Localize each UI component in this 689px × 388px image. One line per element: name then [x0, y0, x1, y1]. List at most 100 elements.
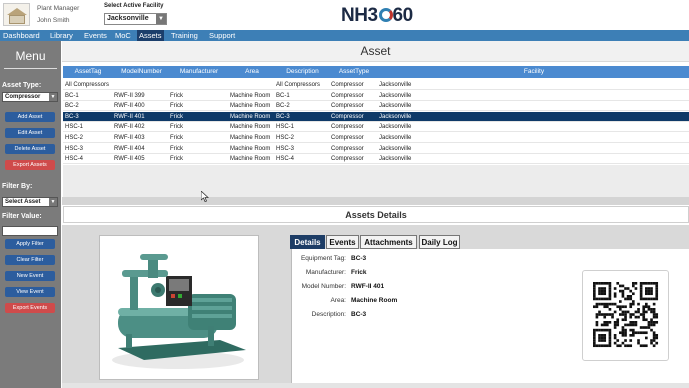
- filter-by-select[interactable]: Select Asset ▼: [2, 197, 58, 207]
- nav-events[interactable]: Events: [82, 30, 109, 41]
- col-facility[interactable]: Facility: [379, 66, 689, 78]
- table-cell: HSC-2: [276, 135, 295, 141]
- table-cell: Jacksonville: [379, 103, 412, 110]
- brand-ring-icon: [378, 8, 393, 22]
- delete-asset-button[interactable]: Delete Asset: [5, 144, 55, 154]
- table-cell: Machine Room: [230, 92, 271, 99]
- table-cell: HSC-1: [65, 124, 84, 131]
- table-cell: Frick: [170, 156, 183, 163]
- qr-code: [582, 270, 669, 361]
- table-cell: BC-3: [276, 113, 290, 120]
- table-cell: Frick: [170, 124, 183, 131]
- nav-dashboard[interactable]: Dashboard: [1, 30, 42, 41]
- table-cell: Machine Room: [230, 124, 271, 131]
- filter-by-label: Filter By:: [2, 183, 33, 190]
- manufacturer-label: Manufacturer:: [305, 269, 346, 276]
- table-cell: RWF-II 400: [114, 103, 145, 110]
- table-cell: Jacksonville: [379, 124, 412, 131]
- table-cell: Machine Room: [230, 135, 271, 141]
- nav-library[interactable]: Library: [48, 30, 75, 41]
- table-cell: HSC-4: [65, 156, 84, 163]
- table-row[interactable]: HSC-1 RWF-II 402 Frick Machine Room HSC-1 Com…: [63, 122, 689, 133]
- nav-assets[interactable]: Assets: [137, 30, 164, 41]
- tab-daily-log[interactable]: Daily Log: [419, 235, 460, 249]
- description-value: BC-3: [351, 311, 367, 318]
- menu-divider: [4, 68, 57, 69]
- table-cell: HSC-3: [65, 145, 84, 152]
- table-cell: Frick: [170, 145, 183, 152]
- chevron-down-icon[interactable]: ▼: [49, 93, 57, 101]
- apply-filter-button[interactable]: Apply Filter: [5, 239, 55, 249]
- table-cell: BC-1: [65, 92, 79, 99]
- table-cell: HSC-3: [276, 145, 295, 152]
- asset-type-select[interactable]: Compressor ▼: [2, 92, 58, 102]
- filter-value-input[interactable]: [2, 226, 58, 236]
- table-cell: Machine Room: [230, 145, 271, 152]
- horizontal-scrollbar[interactable]: [62, 383, 689, 388]
- main-nav: Dashboard Library Events MoC Assets Trai…: [0, 30, 689, 41]
- table-cell: BC-1: [276, 92, 290, 99]
- facility-select[interactable]: Jacksonville ▼: [104, 13, 167, 25]
- table-row[interactable]: BC-2 RWF-II 400 Frick Machine Room BC-2 Compr…: [63, 101, 689, 112]
- table-cell: Frick: [170, 103, 183, 110]
- table-cell: Frick: [170, 92, 183, 99]
- nav-training[interactable]: Training: [169, 30, 200, 41]
- table-cell: Jacksonville: [379, 113, 412, 120]
- export-assets-button[interactable]: Export Assets: [5, 160, 55, 170]
- model-number-value: RWF-II 401: [351, 283, 385, 290]
- table-cell: RWF-II 404: [114, 145, 145, 152]
- new-event-button[interactable]: New Event: [5, 271, 55, 281]
- table-row[interactable]: BC-3 RWF-II 401 Frick Machine Room BC-3 Compr…: [63, 111, 689, 122]
- view-event-button[interactable]: View Event: [5, 287, 55, 297]
- chevron-down-icon[interactable]: ▼: [49, 198, 57, 206]
- menu-title: Menu: [15, 49, 46, 63]
- app-header: Plant Manager John Smith Select Active F…: [0, 0, 689, 30]
- col-asset-tag[interactable]: AssetTag: [63, 66, 113, 78]
- tab-events[interactable]: Events: [326, 235, 359, 249]
- col-asset-type[interactable]: AssetType: [329, 66, 379, 78]
- export-events-button[interactable]: Export Events: [5, 303, 55, 313]
- chevron-down-icon[interactable]: ▼: [156, 14, 166, 24]
- table-cell: [114, 80, 170, 90]
- table-row[interactable]: All Compressors All Compressors Compressor…: [63, 80, 689, 90]
- col-manufacturer[interactable]: Manufacturer: [170, 66, 228, 78]
- asset-panel-title: Asset: [62, 41, 689, 62]
- table-cell: BC-3: [65, 113, 79, 120]
- table-cell: Machine Room: [230, 113, 271, 120]
- table-cell: Compressor: [331, 113, 364, 120]
- area-value: Machine Room: [351, 297, 398, 304]
- table-cell: Compressor: [331, 135, 364, 141]
- asset-type-label: Asset Type:: [2, 82, 42, 89]
- area-label: Area:: [330, 297, 346, 304]
- facility-label: Select Active Facility: [104, 3, 164, 9]
- table-cell: Compressor: [331, 82, 364, 88]
- plant-logo: [3, 3, 30, 26]
- table-cell: RWF-II 401: [114, 113, 145, 120]
- table-cell: HSC-2: [65, 135, 84, 141]
- edit-asset-button[interactable]: Edit Asset: [5, 128, 55, 138]
- manufacturer-value: Frick: [351, 269, 367, 276]
- table-cell: Compressor: [331, 145, 364, 152]
- model-number-label: Model Number:: [301, 283, 346, 290]
- col-model-number[interactable]: ModelNumber: [113, 66, 170, 78]
- nav-support[interactable]: Support: [207, 30, 237, 41]
- asset-table-header: AssetTag ModelNumber Manufacturer Area D…: [63, 66, 689, 78]
- table-row[interactable]: HSC-3 RWF-II 404 Frick Machine Room HSC-3 Com…: [63, 143, 689, 154]
- tab-attachments[interactable]: Attachments: [360, 235, 417, 249]
- tab-details[interactable]: Details: [290, 235, 325, 249]
- add-asset-button[interactable]: Add Asset: [5, 112, 55, 122]
- col-description[interactable]: Description: [276, 66, 329, 78]
- table-cell: Compressor: [331, 103, 364, 110]
- nav-moc[interactable]: MoC: [113, 30, 133, 41]
- table-row[interactable]: BC-1 RWF-II 399 Frick Machine Room BC-1 Compr…: [63, 90, 689, 101]
- table-cell: BC-2: [65, 103, 79, 110]
- table-cell: All Compressors: [276, 82, 321, 88]
- table-row[interactable]: HSC-4 RWF-II 405 Frick Machine Room HSC-4 Com…: [63, 154, 689, 165]
- table-row[interactable]: HSC-2 RWF-II 403 Frick Machine Room HSC-2 Com…: [63, 133, 689, 143]
- qr-code-icon: [593, 282, 659, 348]
- table-cell: All Compressors: [65, 82, 110, 88]
- user-role: Plant Manager: [37, 5, 80, 12]
- col-area[interactable]: Area: [228, 66, 276, 78]
- facility-select-value: Jacksonville: [107, 15, 149, 22]
- clear-filter-button[interactable]: Clear Filter: [5, 255, 55, 265]
